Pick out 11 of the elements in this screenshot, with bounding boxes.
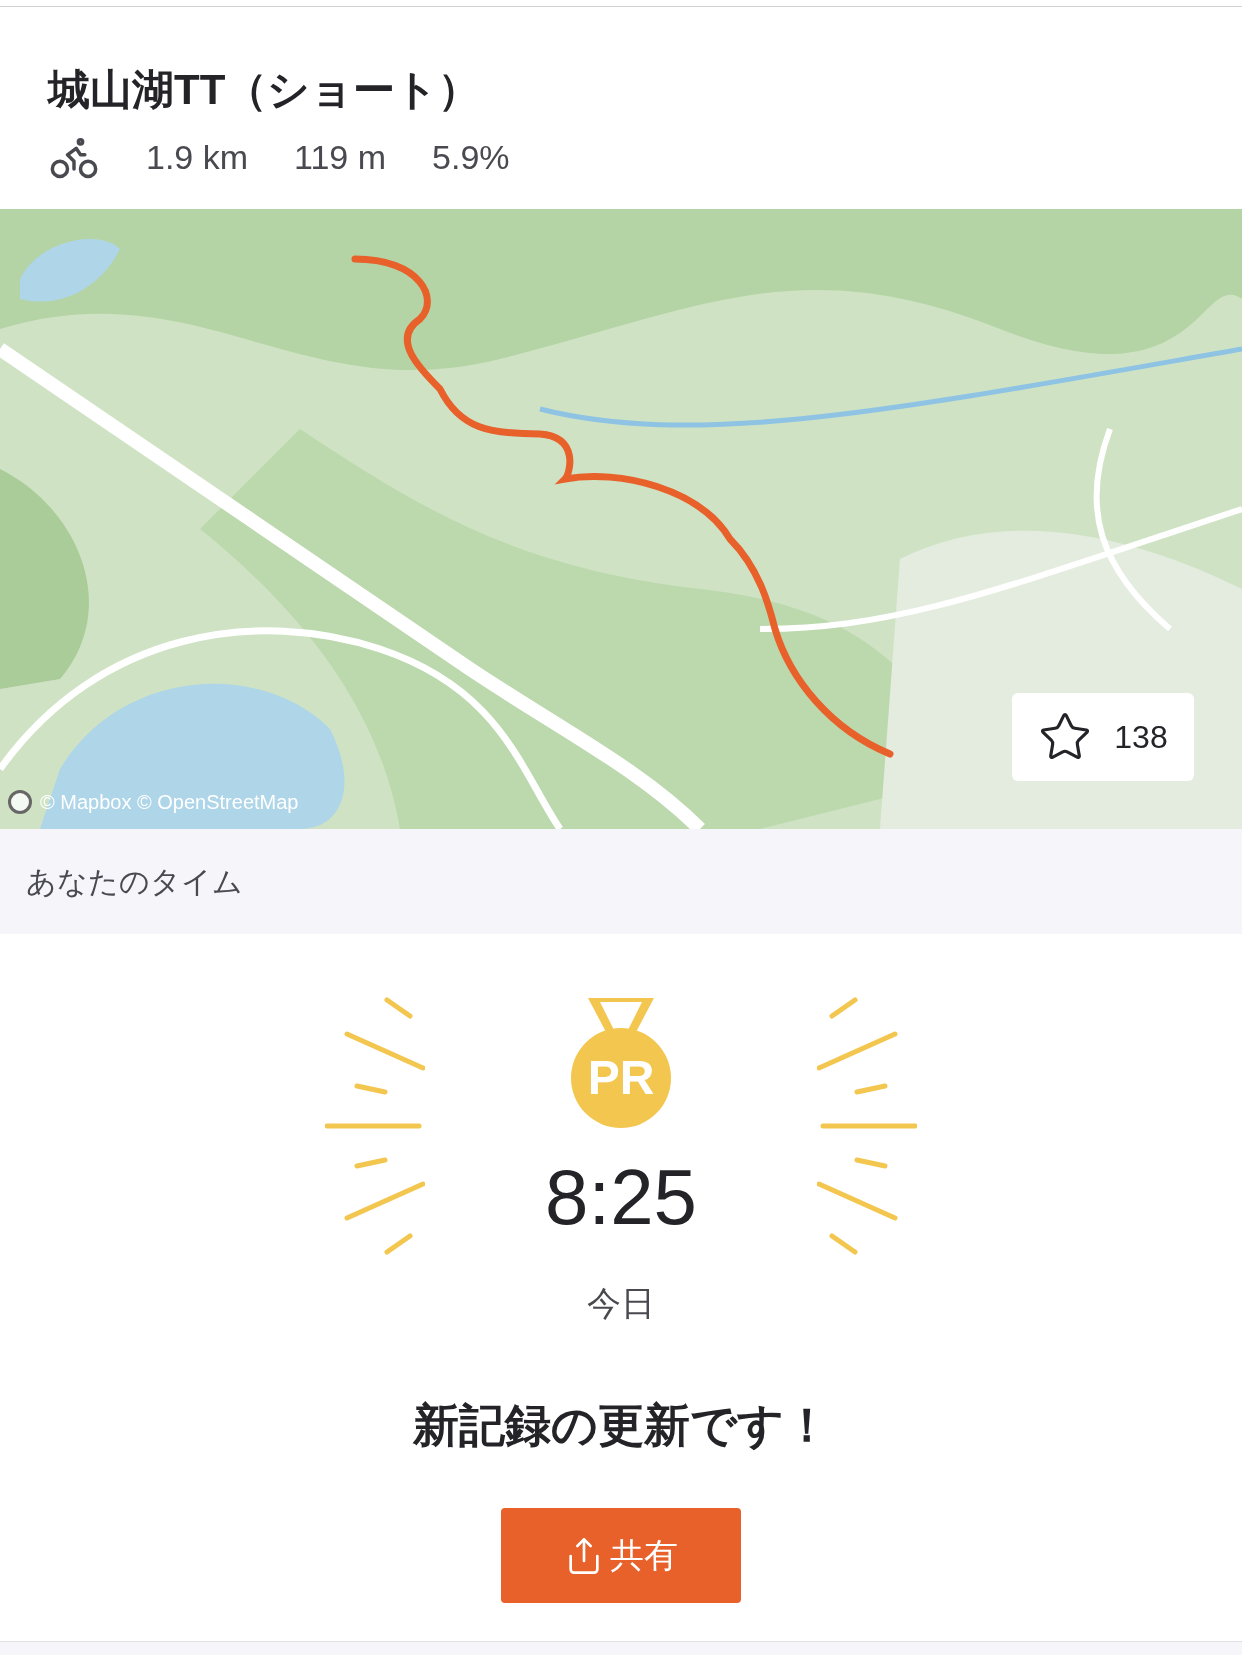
segment-grade: 5.9% bbox=[432, 136, 510, 178]
map-attribution: © Mapbox © OpenStreetMap bbox=[40, 790, 299, 815]
time-date: 今日 bbox=[587, 1283, 655, 1324]
segment-distance: 1.9 km bbox=[146, 136, 249, 178]
section-header: あなたのタイム bbox=[0, 829, 1242, 934]
segment-title: 城山湖TT（ショート） bbox=[48, 69, 482, 111]
star-button[interactable]: 138 bbox=[1012, 693, 1194, 781]
segment-elevation: 119 m bbox=[294, 136, 387, 178]
segment-time: 8:25 bbox=[545, 1158, 697, 1236]
pr-message: 新記録の更新です！ bbox=[412, 1398, 830, 1453]
pr-medal: PR bbox=[571, 1028, 671, 1128]
